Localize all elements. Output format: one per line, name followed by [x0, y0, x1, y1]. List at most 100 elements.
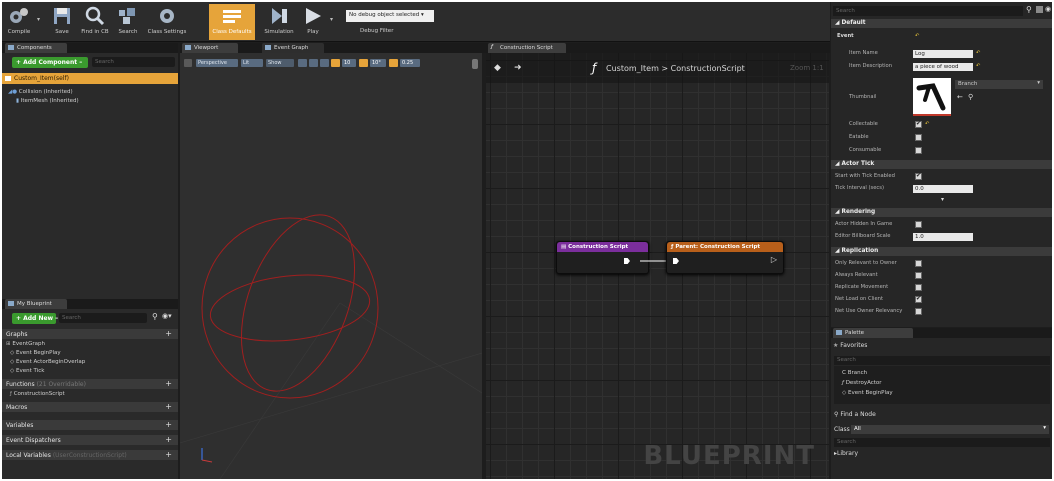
event-dispatchers-section[interactable]: Event Dispatchers +: [2, 435, 178, 445]
start-tick-checkbox[interactable]: [915, 172, 922, 180]
event-graph-item[interactable]: ⊞ EventGraph: [6, 341, 45, 347]
construction-script-node[interactable]: ▤ Construction Script: [556, 241, 649, 274]
collision-icon: ◢●: [8, 89, 19, 95]
add-macro-icon[interactable]: +: [165, 402, 172, 411]
library-tree[interactable]: ▸Library: [834, 450, 858, 457]
favorites-search-input[interactable]: Search: [834, 356, 1050, 365]
actor-tick-section[interactable]: ◢ Actor Tick: [831, 160, 1052, 169]
breadcrumb-item-class[interactable]: Custom_Item: [606, 64, 659, 73]
class-settings-button[interactable]: Class Settings: [146, 4, 188, 40]
add-dispatcher-icon[interactable]: +: [165, 435, 172, 444]
add-variable-icon[interactable]: +: [165, 420, 172, 429]
view-options-icon[interactable]: ◉▾: [162, 312, 172, 320]
view-options-icon[interactable]: ◉: [1045, 5, 1051, 13]
find-node-header[interactable]: ⚲ Find a Node: [834, 411, 876, 418]
reset-to-default-icon[interactable]: ↶: [976, 50, 980, 56]
functions-section[interactable]: Functions (21 Overridable) +: [2, 379, 178, 389]
class-defaults-button[interactable]: Class Defaults: [209, 4, 255, 40]
thumbnail-preview[interactable]: [913, 78, 951, 116]
default-section[interactable]: ◢ Default: [831, 19, 1052, 28]
variables-section[interactable]: Variables +: [2, 420, 178, 430]
play-dropdown-icon[interactable]: ▾: [330, 16, 333, 23]
exec-output-pin[interactable]: ▷: [771, 255, 777, 264]
exec-output-pin[interactable]: [624, 258, 630, 264]
billboard-scale-input[interactable]: 1.0: [913, 233, 973, 241]
always-relevant-checkbox[interactable]: [915, 272, 922, 279]
tab-my-blueprint[interactable]: My Blueprint: [5, 299, 67, 309]
net-load-on-client-checkbox[interactable]: [915, 295, 922, 303]
viewport-panel[interactable]: Perspective Lit Show 10 10° 0.25: [180, 53, 482, 479]
tick-interval-input[interactable]: 0.0: [913, 185, 973, 193]
grid-view-icon[interactable]: [1036, 6, 1043, 13]
add-new-button[interactable]: + Add New –: [12, 313, 58, 324]
find-in-cb-button[interactable]: Find in CB: [78, 4, 112, 40]
replication-section[interactable]: ◢ Replication: [831, 247, 1052, 256]
macros-section[interactable]: Macros +: [2, 402, 178, 412]
back-arrow-icon[interactable]: ◆: [494, 63, 501, 73]
event-beginplay-item[interactable]: ◇ Event BeginPlay: [10, 350, 61, 356]
component-itemmesh[interactable]: ▮ ItemMesh (Inherited): [16, 98, 79, 104]
blueprint-graph-canvas[interactable]: ◆ ➜ ƒ Custom_Item > ConstructionScript Z…: [486, 53, 829, 479]
add-function-icon[interactable]: +: [165, 379, 172, 388]
add-graph-icon[interactable]: +: [165, 329, 172, 338]
find-in-cb-icon: [85, 6, 105, 26]
save-button[interactable]: Save: [48, 4, 76, 40]
favorite-item-branch[interactable]: ᑕ Branch: [842, 370, 867, 376]
component-self-row[interactable]: Custom_Item(self): [2, 73, 178, 84]
breadcrumb-item-construction-script[interactable]: ConstructionScript: [671, 64, 745, 73]
component-collision[interactable]: ◢● Collision (Inherited): [8, 89, 73, 95]
consumable-checkbox[interactable]: [915, 147, 922, 154]
search-button[interactable]: Search: [114, 4, 142, 40]
compile-button[interactable]: Compile: [4, 4, 34, 40]
details-search-input[interactable]: Search: [833, 6, 1023, 16]
item-description-row: Item Description a piece of wood ↶: [849, 63, 981, 71]
reset-to-default-icon[interactable]: ↶: [925, 121, 929, 127]
add-component-button[interactable]: + Add Component –: [12, 57, 88, 68]
tab-construction-script[interactable]: ƒ Construction Script: [488, 43, 566, 53]
rep-row-4: Net Use Owner Relevancy: [831, 308, 1052, 318]
my-blueprint-tab-icon: [8, 301, 14, 306]
compile-dropdown-icon[interactable]: ▾: [37, 16, 40, 23]
favorite-item-destroyactor[interactable]: ƒ DestroyActor: [842, 380, 882, 386]
net-use-owner-relevancy-checkbox[interactable]: [915, 308, 922, 315]
event-tick-item[interactable]: ◇ Event Tick: [10, 368, 44, 374]
construction-script-item[interactable]: ƒ ConstructionScript: [10, 391, 65, 397]
thumbnail-select[interactable]: Branch ▾: [955, 80, 1043, 89]
tab-event-graph[interactable]: Event Graph: [262, 43, 324, 53]
components-search-input[interactable]: Search: [92, 57, 175, 67]
parent-construction-script-node[interactable]: ƒ Parent: Construction Script ▷: [666, 241, 784, 274]
favorite-item-event-beginplay[interactable]: ◇ Event BeginPlay: [842, 390, 893, 396]
expand-advanced-icon[interactable]: ▾: [941, 196, 944, 203]
tab-components[interactable]: Components: [5, 43, 67, 53]
play-button[interactable]: Play: [300, 4, 326, 40]
exec-input-pin[interactable]: [673, 258, 679, 264]
only-relevant-to-owner-checkbox[interactable]: [915, 260, 922, 267]
browse-asset-icon[interactable]: ⚲: [968, 93, 973, 101]
replicate-movement-checkbox[interactable]: [915, 284, 922, 291]
palette-search-input[interactable]: Search: [834, 438, 1050, 447]
debug-object-select[interactable]: No debug object selected ▾: [346, 10, 434, 22]
rendering-section[interactable]: ◢ Rendering: [831, 208, 1052, 217]
eatable-checkbox[interactable]: [915, 134, 922, 141]
favorites-header[interactable]: ★ Favorites: [833, 342, 867, 349]
class-select[interactable]: All ▾: [851, 425, 1049, 434]
collectable-checkbox[interactable]: [915, 120, 922, 128]
tab-palette[interactable]: Palette: [833, 328, 913, 338]
search-icon[interactable]: ⚲: [152, 312, 158, 321]
search-icon: ⚲: [1026, 5, 1032, 14]
item-description-input[interactable]: a piece of wood: [913, 63, 973, 71]
local-variables-section[interactable]: Local Variables (UserConstructionScript)…: [2, 450, 178, 460]
add-local-variable-icon[interactable]: +: [165, 450, 172, 459]
item-name-input[interactable]: Log: [913, 50, 973, 58]
event-subsection[interactable]: Event ↶: [831, 33, 1052, 42]
use-selected-arrow-icon[interactable]: ←: [957, 93, 963, 101]
actor-hidden-checkbox[interactable]: [915, 221, 922, 228]
reset-to-default-icon[interactable]: ↶: [976, 63, 980, 69]
my-blueprint-search-input[interactable]: Search: [59, 313, 147, 323]
tab-viewport[interactable]: Viewport: [182, 43, 238, 53]
reset-arrow-icon[interactable]: ↶: [915, 33, 919, 39]
forward-arrow-icon[interactable]: ➜: [514, 63, 522, 73]
event-actorbeginoverlap-item[interactable]: ◇ Event ActorBeginOverlap: [10, 359, 85, 365]
graphs-section[interactable]: Graphs +: [2, 329, 178, 339]
simulation-button[interactable]: Simulation: [261, 4, 297, 40]
